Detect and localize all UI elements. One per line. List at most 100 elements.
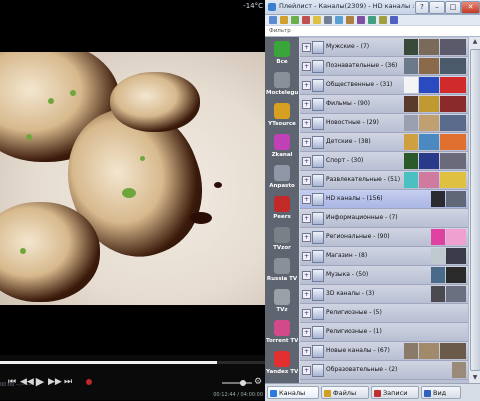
filter-icon[interactable] (379, 16, 387, 24)
folder-icon (312, 155, 324, 168)
filter-input[interactable]: Фильтр (267, 26, 453, 36)
add-icon[interactable] (291, 16, 299, 24)
settings-icon[interactable]: ⚙ (252, 376, 264, 388)
tab-2[interactable]: Записи (371, 386, 419, 399)
channel-group-row[interactable]: + Фильмы - (90) (300, 95, 468, 114)
tab-label: Файлы (333, 389, 357, 397)
expand-icon[interactable]: + (302, 62, 311, 71)
folder-icon (312, 250, 324, 263)
expand-icon[interactable]: + (302, 214, 311, 223)
minimize-button[interactable]: – (429, 1, 445, 14)
expand-icon[interactable]: + (302, 271, 311, 280)
star-icon[interactable] (313, 16, 321, 24)
refresh-icon[interactable] (335, 16, 343, 24)
channel-group-row[interactable]: + Образовательные - (2) (300, 361, 468, 380)
play-icon[interactable]: ▶ (34, 376, 46, 388)
channel-group-row[interactable]: + Новостные - (29) (300, 114, 468, 133)
folder-icon (312, 364, 324, 377)
open-icon[interactable] (280, 16, 288, 24)
channel-thumbnail (404, 77, 418, 93)
channel-thumbnails (431, 267, 466, 283)
tab-3[interactable]: Вид (421, 386, 461, 399)
folder-icon[interactable] (269, 16, 277, 24)
source-label: Russia TV (266, 276, 298, 282)
channel-thumbnail (419, 153, 439, 169)
channel-group-row[interactable]: + Информационные - (7) (300, 209, 468, 228)
channel-group-label: 3D каналы - (3) (326, 290, 375, 297)
channel-group-row[interactable]: + Магазин - (8) (300, 247, 468, 266)
scroll-up-icon[interactable]: ▲ (469, 37, 480, 47)
channel-thumbnails (452, 362, 466, 378)
expand-icon[interactable]: + (302, 176, 311, 185)
channel-thumbnails (404, 39, 466, 55)
channel-group-row[interactable]: +3D каналы - (3) (300, 285, 468, 304)
channel-group-row[interactable]: + Развлекательные - (51) (300, 171, 468, 190)
scroll-thumb[interactable] (470, 49, 480, 371)
seek-bar[interactable] (0, 361, 265, 364)
expand-icon[interactable]: + (302, 138, 311, 147)
channel-group-row[interactable]: + Мужские - (7) (300, 38, 468, 57)
expand-icon[interactable]: + (302, 290, 311, 299)
sidebar-source-item[interactable]: YTsource (266, 100, 298, 131)
sidebar-source-item[interactable]: Zkanal (266, 131, 298, 162)
expand-icon[interactable]: + (302, 119, 311, 128)
source-icon (274, 258, 290, 274)
sidebar-source-item[interactable]: Russia TV (266, 255, 298, 286)
sidebar-source-item[interactable]: TVz (266, 286, 298, 317)
forward-icon[interactable]: ▶▶ (48, 376, 62, 388)
expand-icon[interactable]: + (302, 195, 311, 204)
channel-thumbnail (404, 96, 418, 112)
channel-group-row[interactable]: + Спорт - (30) (300, 152, 468, 171)
list-scrollbar[interactable]: ▲ ▼ (468, 37, 480, 383)
expand-icon[interactable]: + (302, 100, 311, 109)
channel-group-row[interactable]: + Новые каналы - (67) (300, 342, 468, 361)
video-frame[interactable] (0, 52, 265, 305)
source-label: TVz (276, 307, 288, 313)
expand-icon[interactable]: + (302, 157, 311, 166)
expand-icon[interactable]: + (302, 347, 311, 356)
expand-icon[interactable]: + (302, 252, 311, 261)
expand-icon[interactable]: + (302, 366, 311, 375)
expand-icon[interactable]: + (302, 81, 311, 90)
sidebar-source-item[interactable]: Yandex TV (266, 348, 298, 379)
tools-icon[interactable] (357, 16, 365, 24)
record-icon[interactable] (86, 379, 92, 385)
help-button[interactable]: ? (415, 1, 429, 14)
sidebar-source-item[interactable]: TVzor (266, 224, 298, 255)
channel-group-row[interactable]: + HD каналы - (156) (300, 190, 468, 209)
delete-icon[interactable] (302, 16, 310, 24)
maximize-button[interactable]: □ (445, 1, 461, 14)
filter-bar: Фильтр (265, 26, 480, 37)
expand-icon[interactable]: + (302, 309, 311, 318)
sidebar-source-item[interactable]: Anpasto (266, 162, 298, 193)
channel-group-row[interactable]: + Детские - (38) (300, 133, 468, 152)
sort-icon[interactable] (346, 16, 354, 24)
volume-knob[interactable] (240, 380, 246, 386)
tab-0[interactable]: Каналы (267, 386, 319, 399)
scroll-down-icon[interactable]: ▼ (469, 373, 480, 383)
channel-group-row[interactable]: + Религиозные - (1) (300, 323, 468, 342)
expand-icon[interactable]: + (302, 43, 311, 52)
close-button[interactable]: ✕ (461, 1, 480, 14)
channel-group-row[interactable]: + Религиозные - (5) (300, 304, 468, 323)
next-track-icon[interactable]: ⏭ (62, 376, 74, 388)
channel-group-row[interactable]: + Музыка - (50) (300, 266, 468, 285)
volume-slider[interactable] (222, 380, 252, 386)
folder-icon (312, 117, 324, 130)
sidebar-source-item[interactable]: Torrent TV (266, 317, 298, 348)
expand-icon[interactable]: + (302, 233, 311, 242)
sidebar-source-item[interactable]: Все (266, 38, 298, 69)
channel-group-row[interactable]: + Познавательные - (36) (300, 57, 468, 76)
channel-group-row[interactable]: + Региональные - (90) (300, 228, 468, 247)
search-icon[interactable] (390, 16, 398, 24)
list-icon[interactable] (324, 16, 332, 24)
channel-group-row[interactable]: + Общественные - (31) (300, 76, 468, 95)
tab-1[interactable]: Файлы (321, 386, 369, 399)
sauce-drop (214, 182, 222, 188)
sidebar-source-item[interactable]: Peers (266, 193, 298, 224)
epg-icon[interactable] (368, 16, 376, 24)
expand-icon[interactable]: + (302, 328, 311, 337)
sidebar-source-item[interactable]: Мосtelegu (266, 69, 298, 100)
channel-group-label: Образовательные - (2) (326, 366, 398, 373)
channel-group-label: Музыка - (50) (326, 271, 369, 278)
